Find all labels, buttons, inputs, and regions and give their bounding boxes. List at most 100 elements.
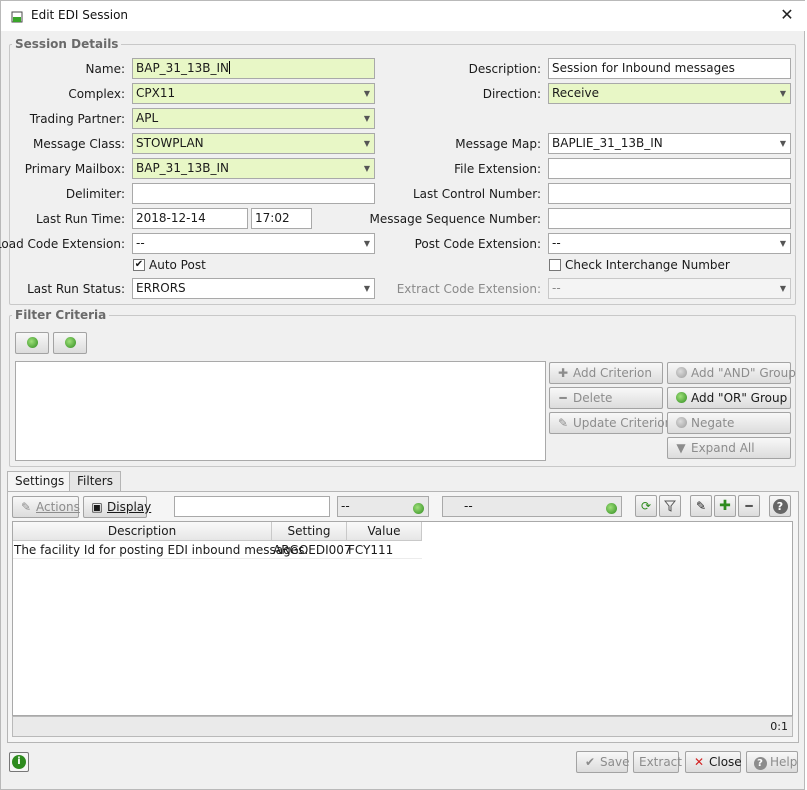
add-and-group-button[interactable]: Add "AND" Group — [667, 362, 796, 384]
filter-tree-area[interactable] — [15, 361, 546, 461]
funnel-icon — [663, 500, 677, 512]
add-button[interactable]: ✚ — [714, 495, 736, 517]
search-input[interactable] — [174, 496, 330, 517]
text-cursor — [228, 61, 230, 74]
chevron-down-icon: ▼ — [779, 284, 786, 293]
close-icon: ✕ — [693, 755, 705, 769]
check-interchange-number-checkbox[interactable] — [549, 259, 561, 271]
chevron-down-icon: ▼ — [363, 89, 370, 98]
extract-code-extension-value: -- — [552, 281, 561, 295]
edit-button[interactable]: ✎ — [690, 495, 712, 517]
help-toolbar-button[interactable]: ? — [769, 495, 791, 517]
update-criterion-button[interactable]: ✎ Update Criterion — [549, 412, 672, 434]
display-icon: ▣ — [91, 500, 103, 514]
question-icon: ? — [753, 752, 767, 772]
refresh-icon: ⟳ — [640, 499, 652, 513]
post-code-extension-dropdown[interactable]: -- ▼ — [548, 233, 791, 254]
file-extension-field[interactable] — [548, 158, 791, 179]
chevron-down-icon: ▼ — [779, 239, 786, 248]
filter-dropdown-1[interactable]: -- — [337, 496, 429, 517]
help-label: Help — [770, 755, 798, 769]
window-close-icon[interactable]: ✕ — [777, 5, 797, 25]
actions-button[interactable]: ✎ Actions — [12, 496, 80, 518]
chevron-down-icon: ▼ — [363, 284, 370, 293]
column-header-value[interactable]: Value — [347, 522, 422, 541]
pencil-icon: ✎ — [695, 499, 707, 513]
auto-post-checkbox[interactable]: ✔ — [133, 259, 145, 271]
close-button[interactable]: ✕ Close — [685, 751, 742, 773]
window-app-icon — [11, 11, 23, 23]
extract-code-extension-dropdown[interactable]: -- ▼ — [548, 278, 791, 299]
gear-grey-icon — [674, 363, 688, 383]
plus-icon: ✚ — [719, 498, 731, 514]
trading-partner-dropdown[interactable]: APL ▼ — [132, 108, 375, 129]
close-label: Close — [709, 755, 742, 769]
filter-add-button[interactable] — [15, 332, 49, 354]
add-or-group-button[interactable]: Add "OR" Group — [667, 387, 791, 409]
green-circle-icon — [64, 337, 76, 348]
filter-button[interactable] — [659, 495, 681, 517]
tab-settings[interactable]: Settings — [7, 471, 73, 492]
column-header-description[interactable]: Description — [13, 522, 272, 541]
delete-button[interactable]: ━ Delete — [549, 387, 663, 409]
green-circle-icon — [606, 501, 617, 516]
add-or-group-label: Add "OR" Group — [691, 391, 788, 405]
last-run-date-field[interactable]: 2018-12-14 — [132, 208, 248, 229]
primary-mailbox-value: BAP_31_13B_IN — [136, 161, 229, 175]
window-title: Edit EDI Session — [31, 8, 129, 22]
add-criterion-button[interactable]: ✚ Add Criterion — [549, 362, 663, 384]
last-run-time-field[interactable]: 17:02 — [251, 208, 312, 229]
display-button[interactable]: ▣ Display — [83, 496, 151, 518]
complex-label: Complex: — [68, 87, 125, 101]
last-run-status-dropdown[interactable]: ERRORS ▼ — [132, 278, 375, 299]
filter-dropdown-2[interactable]: -- — [442, 496, 622, 517]
complex-dropdown[interactable]: CPX11 ▼ — [132, 83, 375, 104]
filter-add-group-button[interactable] — [53, 332, 87, 354]
chevron-down-icon: ▼ — [363, 139, 370, 148]
description-label: Description: — [468, 62, 541, 76]
checkmark-icon: ✔ — [584, 755, 596, 769]
remove-button[interactable]: ━ — [738, 495, 760, 517]
add-and-group-label: Add "AND" Group — [691, 366, 796, 380]
table-row[interactable]: The facility Id for posting EDI inbound … — [13, 542, 422, 559]
save-button[interactable]: ✔ Save — [576, 751, 630, 773]
post-code-extension-value: -- — [552, 236, 561, 250]
message-map-label: Message Map: — [455, 137, 541, 151]
load-code-extension-label: Load Code Extension: — [0, 237, 125, 251]
message-map-dropdown[interactable]: BAPLIE_31_13B_IN ▼ — [548, 133, 791, 154]
name-value: BAP_31_13B_IN — [136, 61, 229, 75]
cell-value: FCY111 — [348, 543, 394, 557]
help-button[interactable]: ? Help — [746, 751, 798, 773]
triangle-down-icon: ▼ — [676, 441, 686, 455]
delimiter-field[interactable] — [132, 183, 375, 204]
message-class-dropdown[interactable]: STOWPLAN ▼ — [132, 133, 375, 154]
name-label: Name: — [85, 62, 125, 76]
extract-button[interactable]: Extract — [633, 751, 682, 773]
green-circle-icon — [26, 337, 38, 348]
direction-dropdown[interactable]: Receive ▼ — [548, 83, 791, 104]
primary-mailbox-dropdown[interactable]: BAP_31_13B_IN ▼ — [132, 158, 375, 179]
negate-label: Negate — [691, 416, 735, 430]
negate-button[interactable]: Negate — [667, 412, 791, 434]
session-details-legend: Session Details — [12, 37, 122, 51]
last-run-status-label: Last Run Status: — [27, 282, 125, 296]
column-header-setting[interactable]: Setting — [272, 522, 347, 541]
refresh-button[interactable]: ⟳ — [635, 495, 657, 517]
expand-all-button[interactable]: ▼ Expand All — [667, 437, 791, 459]
name-field[interactable]: BAP_31_13B_IN — [132, 58, 375, 79]
chevron-down-icon: ▼ — [779, 139, 786, 148]
tab-filters[interactable]: Filters — [69, 471, 121, 491]
info-button[interactable]: i — [9, 752, 29, 772]
complex-value: CPX11 — [136, 86, 176, 100]
last-run-time-label: Last Run Time: — [35, 212, 125, 226]
message-sequence-number-field[interactable] — [548, 208, 791, 229]
save-label: Save — [600, 755, 630, 769]
message-class-value: STOWPLAN — [136, 136, 204, 150]
question-icon: ? — [772, 499, 788, 514]
description-field[interactable]: Session for Inbound messages — [548, 58, 791, 79]
load-code-extension-dropdown[interactable]: -- ▼ — [132, 233, 375, 254]
last-control-number-field[interactable] — [548, 183, 791, 204]
settings-table[interactable]: Description Setting Value The facility I… — [12, 521, 793, 716]
display-label: Display — [107, 500, 152, 514]
expand-all-label: Expand All — [691, 441, 755, 455]
